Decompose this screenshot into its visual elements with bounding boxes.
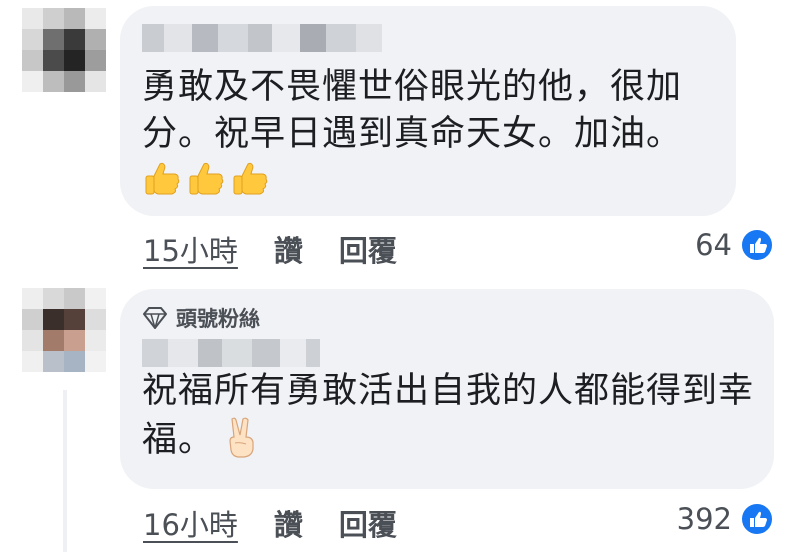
- comment-text: 祝福所有勇敢活出自我的人都能得到幸福。: [142, 368, 762, 464]
- reply-button[interactable]: 回覆: [339, 502, 397, 544]
- avatar[interactable]: [22, 8, 106, 92]
- comment-bubble: 頭號粉絲 祝福所有勇敢活出自我的人都能得到幸福。: [120, 289, 774, 489]
- badge-label: 頭號粉絲: [176, 307, 260, 331]
- diamond-icon: [143, 307, 167, 329]
- victory-hand-emoji-icon: [229, 417, 254, 458]
- avatar[interactable]: [22, 288, 106, 372]
- like-reaction-icon: [740, 228, 774, 262]
- reaction-summary[interactable]: 64: [695, 228, 774, 262]
- reaction-count: 392: [676, 502, 732, 536]
- like-reaction-icon: [740, 502, 774, 536]
- timestamp-link[interactable]: 15小時: [143, 228, 238, 270]
- thumbs-up-emoji-icon: [145, 162, 180, 195]
- emoji-row: [142, 158, 270, 198]
- like-button[interactable]: 讚: [274, 502, 303, 544]
- author-name-pixelated[interactable]: [142, 339, 320, 367]
- timestamp-link[interactable]: 16小時: [143, 502, 238, 544]
- reaction-summary[interactable]: 392: [677, 502, 774, 536]
- like-button[interactable]: 讚: [274, 228, 303, 270]
- author-name-pixelated[interactable]: [142, 24, 382, 52]
- comment-bubble: 勇敢及不畏懼世俗眼光的他，很加分。祝早日遇到真命天女。加油。: [120, 6, 736, 216]
- comment-actions: 15小時 讚 回覆: [143, 228, 433, 270]
- reaction-count: 64: [695, 228, 732, 262]
- comment-text: 勇敢及不畏懼世俗眼光的他，很加分。祝早日遇到真命天女。加油。: [142, 67, 683, 154]
- reply-button[interactable]: 回覆: [339, 228, 397, 270]
- thumbs-up-emoji-icon: [233, 162, 268, 195]
- comment-actions: 16小時 讚 回覆: [143, 502, 433, 544]
- top-fan-badge[interactable]: 頭號粉絲: [142, 303, 260, 333]
- thumbs-up-emoji-icon: [189, 162, 224, 195]
- thread-connector: [63, 390, 67, 552]
